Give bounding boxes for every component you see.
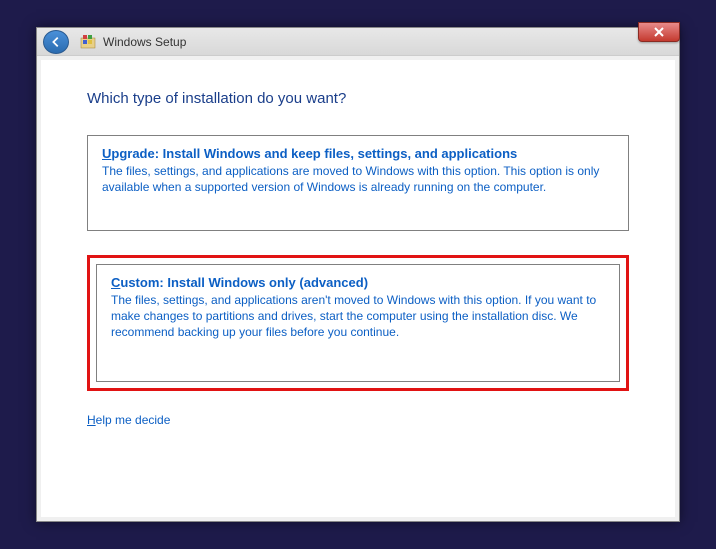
upgrade-option-title: Upgrade: Install Windows and keep files,… — [102, 146, 614, 161]
upgrade-option[interactable]: Upgrade: Install Windows and keep files,… — [87, 135, 629, 231]
upgrade-option-description: The files, settings, and applications ar… — [102, 163, 614, 195]
close-button[interactable] — [638, 22, 680, 42]
back-arrow-icon — [49, 35, 63, 49]
windows-setup-icon — [79, 33, 97, 51]
custom-option-title: Custom: Install Windows only (advanced) — [111, 275, 605, 290]
content-area: Which type of installation do you want? … — [41, 60, 675, 517]
custom-option[interactable]: Custom: Install Windows only (advanced) … — [96, 264, 620, 382]
custom-option-highlight: Custom: Install Windows only (advanced) … — [87, 255, 629, 391]
back-button[interactable] — [43, 30, 69, 54]
setup-window: Windows Setup Which type of installation… — [36, 27, 680, 522]
custom-option-description: The files, settings, and applications ar… — [111, 292, 605, 341]
page-heading: Which type of installation do you want? — [87, 90, 629, 107]
titlebar: Windows Setup — [37, 28, 679, 56]
window-title: Windows Setup — [103, 35, 186, 49]
close-icon — [653, 26, 665, 38]
help-me-decide-link[interactable]: Help me decide — [87, 413, 629, 427]
